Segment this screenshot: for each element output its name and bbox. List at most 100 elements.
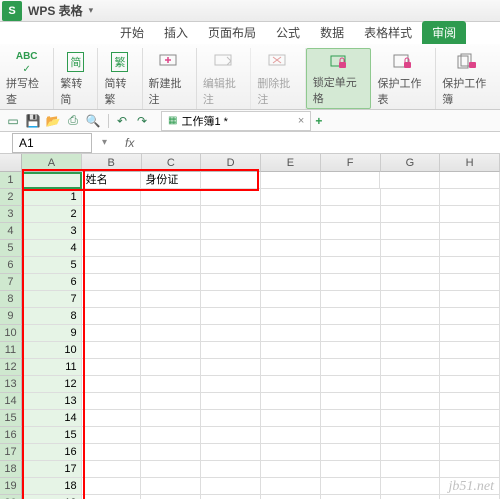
delete-comment-button[interactable]: 删除批注	[251, 48, 305, 109]
cell[interactable]	[440, 325, 500, 342]
cell[interactable]: 1	[22, 189, 82, 206]
cell[interactable]	[141, 393, 201, 410]
cell[interactable]	[440, 410, 500, 427]
cell[interactable]	[381, 240, 441, 257]
cell[interactable]	[82, 461, 142, 478]
cell[interactable]	[321, 342, 381, 359]
cell[interactable]: 姓名	[82, 172, 142, 189]
rowhead[interactable]: 17	[0, 444, 22, 461]
cell[interactable]	[321, 325, 381, 342]
colhead-b[interactable]: B	[82, 154, 142, 172]
qat-new-icon[interactable]: ▭	[4, 112, 22, 130]
cell[interactable]	[440, 342, 500, 359]
cell[interactable]	[141, 308, 201, 325]
cell[interactable]	[141, 461, 201, 478]
cell[interactable]	[440, 427, 500, 444]
cell[interactable]: 11	[22, 359, 82, 376]
cell[interactable]: 9	[22, 325, 82, 342]
cell[interactable]	[321, 393, 381, 410]
cell[interactable]	[82, 257, 142, 274]
cell[interactable]	[141, 206, 201, 223]
cell[interactable]: 8	[22, 308, 82, 325]
cell[interactable]	[82, 427, 142, 444]
cell[interactable]: 5	[22, 257, 82, 274]
cell[interactable]: 19	[22, 495, 82, 499]
protect-sheet-button[interactable]: 保护工作表	[371, 48, 436, 109]
cell[interactable]	[321, 308, 381, 325]
tab-layout[interactable]: 页面布局	[198, 21, 266, 44]
cell[interactable]: 10	[22, 342, 82, 359]
cell[interactable]	[261, 342, 321, 359]
cell[interactable]	[141, 274, 201, 291]
tab-table-style[interactable]: 表格样式	[354, 21, 422, 44]
cell[interactable]	[381, 308, 441, 325]
cell[interactable]: 18	[22, 478, 82, 495]
rowhead[interactable]: 3	[0, 206, 22, 223]
tab-formula[interactable]: 公式	[266, 21, 310, 44]
cell[interactable]	[201, 325, 261, 342]
cell[interactable]	[381, 427, 441, 444]
cell[interactable]	[82, 342, 142, 359]
rowhead[interactable]: 5	[0, 240, 22, 257]
cell[interactable]	[440, 376, 500, 393]
cell[interactable]	[82, 308, 142, 325]
cell[interactable]	[201, 461, 261, 478]
cell[interactable]	[381, 291, 441, 308]
cell[interactable]	[141, 325, 201, 342]
rowhead[interactable]: 8	[0, 291, 22, 308]
add-doc-button[interactable]: +	[315, 114, 322, 128]
cell[interactable]	[261, 223, 321, 240]
rowhead[interactable]: 15	[0, 410, 22, 427]
rowhead[interactable]: 19	[0, 478, 22, 495]
cell[interactable]	[440, 359, 500, 376]
cell[interactable]	[141, 444, 201, 461]
cell[interactable]	[381, 223, 441, 240]
colhead-c[interactable]: C	[142, 154, 202, 172]
cell[interactable]	[261, 325, 321, 342]
cell[interactable]	[261, 206, 321, 223]
cell[interactable]	[82, 189, 142, 206]
cell[interactable]	[201, 206, 261, 223]
cell[interactable]	[261, 172, 321, 189]
cell[interactable]	[321, 172, 381, 189]
cell[interactable]: 12	[22, 376, 82, 393]
qat-redo-icon[interactable]: ↷	[133, 112, 151, 130]
cell[interactable]	[82, 444, 142, 461]
cell[interactable]	[440, 274, 500, 291]
cell[interactable]	[82, 274, 142, 291]
rowhead[interactable]: 18	[0, 461, 22, 478]
document-tab[interactable]: ▦ 工作簿1 * ×	[161, 111, 311, 131]
cell[interactable]	[261, 274, 321, 291]
tab-review[interactable]: 审阅	[422, 21, 466, 44]
cell[interactable]	[82, 206, 142, 223]
cell[interactable]	[141, 359, 201, 376]
cell[interactable]	[141, 240, 201, 257]
close-doc-icon[interactable]: ×	[298, 115, 304, 127]
cell[interactable]	[201, 223, 261, 240]
cell[interactable]	[82, 359, 142, 376]
select-all-corner[interactable]	[0, 154, 22, 172]
cell[interactable]	[82, 393, 142, 410]
rowhead[interactable]: 1	[0, 172, 22, 189]
rowhead[interactable]: 2	[0, 189, 22, 206]
cell[interactable]	[261, 359, 321, 376]
cell[interactable]	[141, 427, 201, 444]
qat-print-icon[interactable]: ⎙	[64, 112, 82, 130]
cell[interactable]	[381, 325, 441, 342]
edit-comment-button[interactable]: 编辑批注	[197, 48, 251, 109]
cell[interactable]	[141, 478, 201, 495]
protect-workbook-button[interactable]: 保护工作簿	[436, 48, 500, 109]
rowhead[interactable]: 9	[0, 308, 22, 325]
cell[interactable]	[201, 478, 261, 495]
cell[interactable]	[440, 308, 500, 325]
cell[interactable]	[440, 461, 500, 478]
cell[interactable]	[440, 240, 500, 257]
fx-icon[interactable]: fx	[125, 136, 134, 150]
rowhead[interactable]: 7	[0, 274, 22, 291]
cell[interactable]	[201, 393, 261, 410]
cell[interactable]	[440, 291, 500, 308]
cell[interactable]	[381, 444, 441, 461]
new-comment-button[interactable]: 新建批注	[143, 48, 197, 109]
app-menu-arrow[interactable]: ▾	[89, 5, 94, 16]
cell[interactable]	[261, 495, 321, 499]
